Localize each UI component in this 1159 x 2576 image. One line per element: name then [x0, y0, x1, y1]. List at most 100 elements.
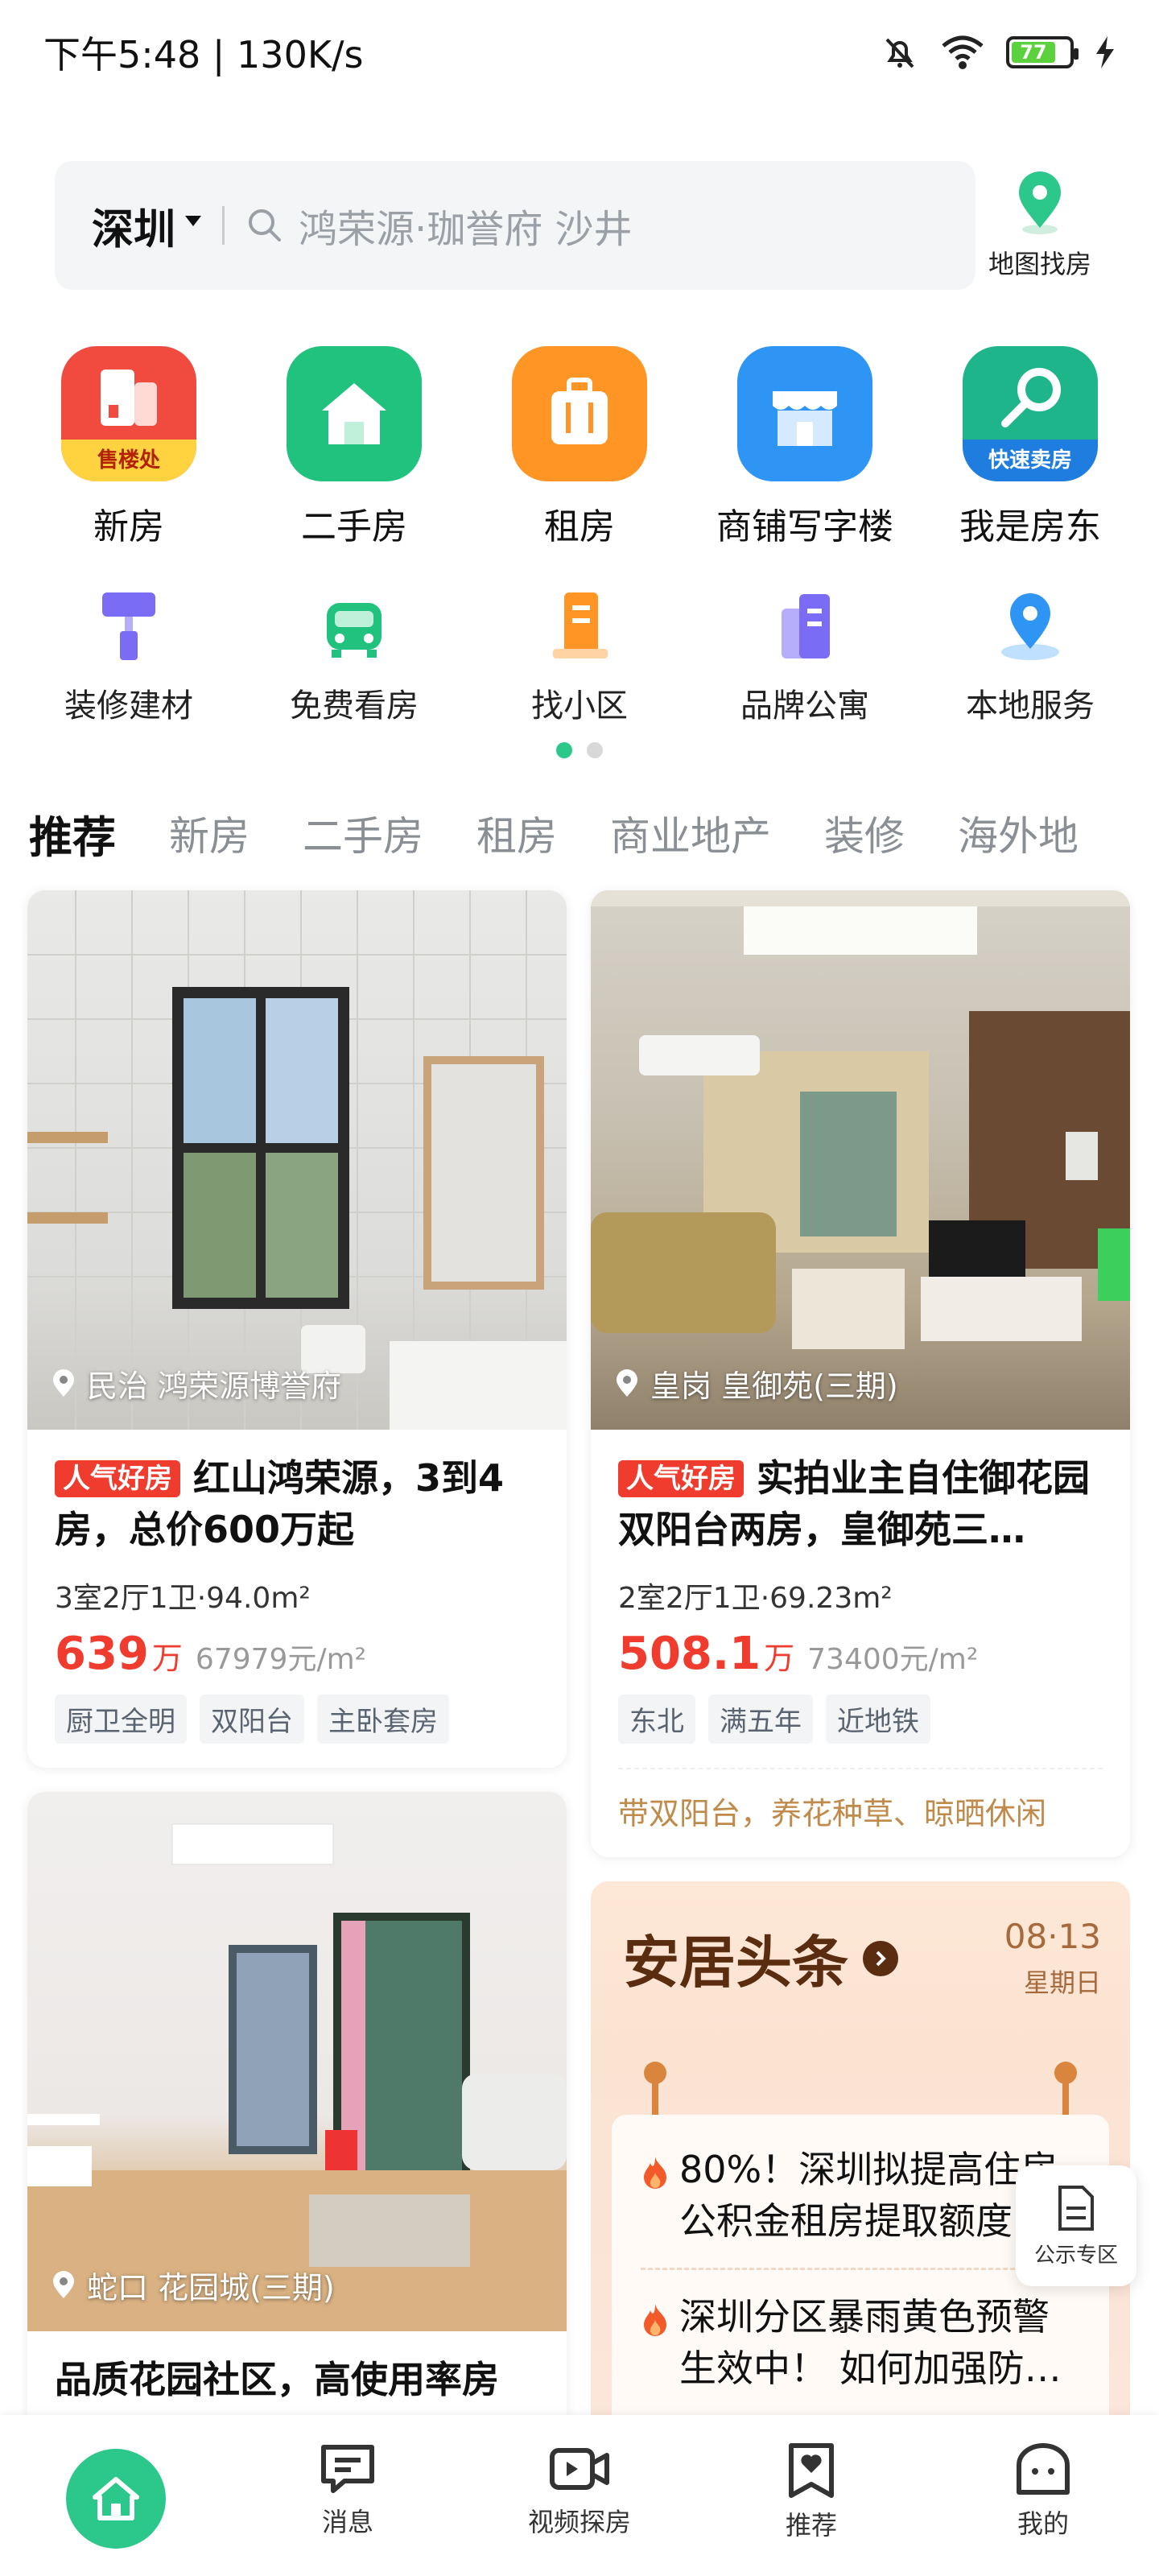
- listing-slogan: 带双阳台，养花种草、晾晒休闲: [618, 1768, 1103, 1833]
- home-icon: [66, 2449, 166, 2549]
- arrow-right-icon: [863, 1940, 898, 1976]
- service-brand-apartment[interactable]: 品牌公寓: [700, 588, 909, 726]
- location-icon: [617, 1368, 637, 1397]
- search-bar[interactable]: 深圳 鸿荣源·珈誉府 沙井: [55, 161, 975, 290]
- headline-item[interactable]: 深圳分区暴雨黄色预警生效中！ 如何加强防…: [641, 2291, 1080, 2394]
- tab-decoration[interactable]: 装修: [824, 804, 905, 862]
- location-pin-icon: [992, 588, 1069, 665]
- tab-rent[interactable]: 租房: [476, 804, 557, 862]
- service-decoration[interactable]: 装修建材: [24, 588, 233, 726]
- headline-item[interactable]: 80%！深圳拟提高住房公积金租房提取额度: [641, 2144, 1080, 2247]
- headline-divider: [641, 2268, 1080, 2270]
- listing-location: 民治 鸿荣源博誉府: [52, 1361, 341, 1406]
- listing-title: 人气好房 实拍业主自住御花园双阳台两房，皇御苑三…: [618, 1456, 1090, 1551]
- bell-muted-icon: [885, 38, 914, 68]
- listing-tags: 厨卫全明 双阳台 主卧套房: [55, 1695, 539, 1744]
- service-free-viewing[interactable]: 免费看房: [250, 588, 459, 726]
- page-dot[interactable]: [587, 742, 603, 758]
- listing-photo: 皇岗 皇御苑(三期): [591, 890, 1130, 1430]
- search-icon: [249, 209, 282, 242]
- listing-card[interactable]: 皇岗 皇御苑(三期) 人气好房 实拍业主自住御花园双阳台两房，皇御苑三… 2室2厅…: [591, 890, 1130, 1857]
- profile-icon: [1017, 2443, 1070, 2495]
- listing-price: 639 万 67979元/m²: [55, 1628, 539, 1680]
- price-total: 639: [55, 1628, 149, 1680]
- shop-icon: [737, 346, 872, 481]
- listing-photo: 蛇口 花园城(三期): [27, 1792, 567, 2331]
- suitcase-icon: [512, 346, 647, 481]
- service-local[interactable]: 本地服务: [926, 588, 1135, 726]
- paint-roller-icon: [90, 588, 167, 665]
- listing-tag: 东北: [618, 1695, 695, 1744]
- bottom-nav: 消息 视频探房 推荐 我的: [0, 2415, 1159, 2576]
- category-second-hand[interactable]: 二手房: [250, 346, 459, 549]
- building-icon: 售楼处: [61, 346, 196, 481]
- category-new-house[interactable]: 售楼处 新房: [24, 346, 233, 549]
- fire-icon: [641, 2144, 670, 2247]
- apartment-icon: [766, 588, 843, 665]
- listing-title: 品质花园社区，高使用率房: [55, 2358, 499, 2401]
- caret-down-icon: [185, 215, 202, 226]
- status-time: 下午5:48 | 130K/s: [43, 33, 364, 76]
- key-icon: 快速卖房: [963, 346, 1098, 481]
- listing-tag: 厨卫全明: [55, 1695, 187, 1744]
- listing-tag: 双阳台: [200, 1695, 304, 1744]
- nav-video-tour[interactable]: 视频探房: [483, 2441, 676, 2539]
- page-dot-active: [556, 742, 572, 758]
- category-shop-office[interactable]: 商铺写字楼: [700, 346, 909, 549]
- nav-home[interactable]: [19, 2441, 212, 2549]
- service-find-community[interactable]: 找小区: [475, 588, 684, 726]
- tab-overseas[interactable]: 海外地: [958, 804, 1079, 862]
- charging-icon: [1096, 36, 1114, 68]
- hot-badge: 人气好房: [618, 1460, 744, 1497]
- headlines-header: 安居头条 08·13 星期日: [591, 1881, 1130, 2000]
- nav-messages[interactable]: 消息: [251, 2441, 444, 2539]
- map-find-button[interactable]: 地图找房: [975, 170, 1104, 281]
- community-icon: [541, 588, 618, 665]
- battery-icon: 77: [1006, 36, 1079, 68]
- wifi-icon: [942, 35, 984, 69]
- listing-tag: 近地铁: [826, 1695, 930, 1744]
- map-find-label: 地图找房: [988, 249, 1091, 279]
- search-row: 深圳 鸿荣源·珈誉府 沙井 地图找房: [55, 161, 1104, 290]
- listing-info: 人气好房 实拍业主自住御花园双阳台两房，皇御苑三… 2室2厅1卫·69.23m² …: [591, 1430, 1130, 1857]
- hot-badge: 人气好房: [55, 1460, 180, 1497]
- feed-left-column: 民治 鸿荣源博誉府 人气好房 红山鸿荣源，3到4房，总价600万起 3室2厅1卫·…: [27, 890, 567, 2454]
- listing-spec: 2室2厅1卫·69.23m²: [618, 1582, 893, 1615]
- listing-spec: 3室2厅1卫·94.0m²: [55, 1582, 311, 1615]
- category-rent[interactable]: 租房: [475, 346, 684, 549]
- price-unit: 万: [764, 1641, 795, 1676]
- feed-tabs: 推荐 新房 二手房 租房 商业地产 装修 海外地: [29, 797, 1159, 869]
- headlines-date: 08·13 星期日: [1004, 1917, 1101, 1998]
- listing-tags: 东北 满五年 近地铁: [618, 1695, 1103, 1744]
- city-selector[interactable]: 深圳: [92, 196, 175, 256]
- page-indicator: [0, 742, 1159, 758]
- listing-card[interactable]: 民治 鸿荣源博誉府 人气好房 红山鸿荣源，3到4房，总价600万起 3室2厅1卫·…: [27, 890, 567, 1768]
- nav-recommend[interactable]: 推荐: [715, 2441, 908, 2542]
- car-icon: [316, 588, 393, 665]
- price-per-sqm: 67979元/m²: [195, 1643, 367, 1676]
- price-unit: 万: [151, 1641, 183, 1676]
- price-per-sqm: 73400元/m²: [807, 1643, 979, 1676]
- listing-price: 508.1 万 73400元/m²: [618, 1628, 1103, 1680]
- tab-commercial[interactable]: 商业地产: [610, 804, 771, 862]
- service-row: 装修建材 免费看房 找小区 品牌公寓 本地服务: [0, 588, 1159, 726]
- listing-tag: 主卧套房: [317, 1695, 449, 1744]
- headlines-title[interactable]: 安居头条: [623, 1917, 898, 2000]
- listing-info: 人气好房 红山鸿荣源，3到4房，总价600万起 3室2厅1卫·94.0m² 639…: [27, 1430, 567, 1768]
- listing-title: 人气好房 红山鸿荣源，3到4房，总价600万起: [55, 1456, 505, 1551]
- video-icon: [550, 2448, 609, 2490]
- category-landlord[interactable]: 快速卖房 我是房东: [926, 346, 1135, 549]
- tab-new-house[interactable]: 新房: [169, 804, 250, 862]
- location-icon: [53, 2270, 74, 2298]
- headlines-card[interactable]: 安居头条 08·13 星期日 80%！深圳拟提高住房公积金租房提取额度 深圳分区…: [591, 1881, 1130, 2437]
- publicity-zone-button[interactable]: 公示专区: [1016, 2165, 1136, 2286]
- nav-profile[interactable]: 我的: [947, 2441, 1140, 2541]
- listing-card[interactable]: 蛇口 花园城(三期) 品质花园社区，高使用率房: [27, 1792, 567, 2429]
- price-total: 508.1: [618, 1628, 761, 1680]
- location-icon: [53, 1368, 74, 1397]
- tab-second-hand[interactable]: 二手房: [303, 804, 423, 862]
- tab-recommend[interactable]: 推荐: [29, 802, 116, 865]
- listing-location: 蛇口 花园城(三期): [52, 2263, 335, 2307]
- search-input[interactable]: 鸿荣源·珈誉府 沙井: [299, 197, 633, 254]
- category-row: 售楼处 新房 二手房 租房 商铺写字楼 快速卖房 我是房东: [0, 346, 1159, 549]
